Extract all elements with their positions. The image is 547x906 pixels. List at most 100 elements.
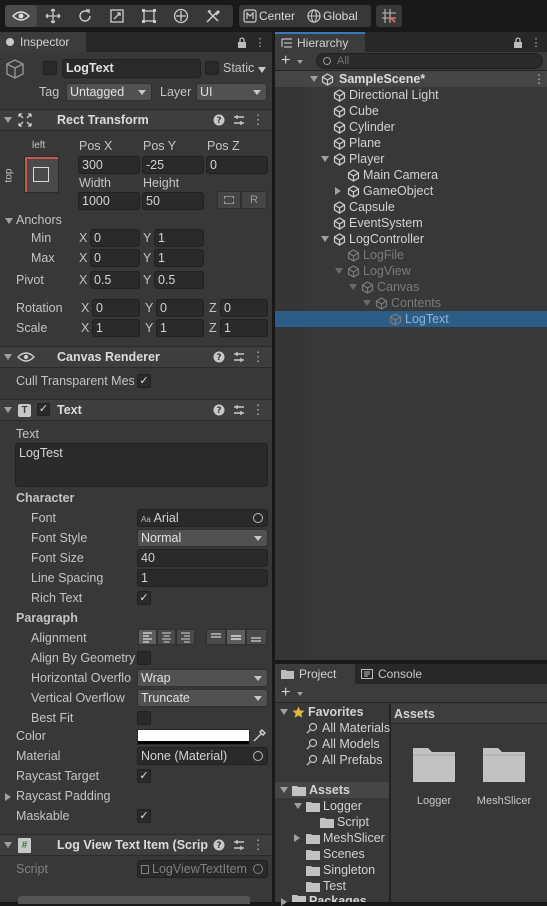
create-dropdown-arrow[interactable] xyxy=(297,60,303,64)
posz-field[interactable]: 0 xyxy=(206,156,268,174)
layer-dropdown[interactable]: UI xyxy=(196,83,267,101)
tab-inspector[interactable]: Inspector xyxy=(0,32,86,52)
hierarchy-item[interactable]: LogController xyxy=(333,231,424,247)
asset-folder-icon[interactable] xyxy=(482,745,526,783)
align-middle-button[interactable] xyxy=(226,629,246,645)
hierarchy-foldout-arrow[interactable] xyxy=(349,284,357,290)
hierarchy-foldout-arrow[interactable] xyxy=(321,236,329,242)
rot-x-field[interactable]: 0 xyxy=(92,299,140,317)
tab-project[interactable]: Project xyxy=(275,664,355,684)
posy-field[interactable]: -25 xyxy=(142,156,204,174)
object-picker-icon[interactable] xyxy=(253,751,263,761)
align-center-button[interactable] xyxy=(157,629,176,645)
project-folder-item[interactable]: Test xyxy=(306,878,346,894)
project-folder-item[interactable]: Singleton xyxy=(306,862,375,878)
hierarchy-foldout-arrow[interactable] xyxy=(335,268,343,274)
align-geometry-checkbox[interactable] xyxy=(137,651,151,665)
help-icon[interactable]: ? xyxy=(212,402,226,418)
eyedropper-icon[interactable] xyxy=(252,729,266,743)
anchors-foldout-arrow[interactable] xyxy=(5,218,13,224)
v-overflow-dropdown[interactable]: Truncate xyxy=(137,689,268,707)
align-top-button[interactable] xyxy=(206,629,226,645)
min-x-field[interactable]: 0 xyxy=(90,229,140,247)
rect-tool-icon[interactable] xyxy=(135,5,163,27)
grid-snap-icon[interactable] xyxy=(376,5,402,27)
font-size-field[interactable]: 40 xyxy=(137,549,268,567)
raycast-padding-foldout-arrow[interactable] xyxy=(5,793,11,801)
help-icon[interactable]: ? xyxy=(212,837,226,853)
hierarchy-item[interactable]: Capsule xyxy=(333,199,395,215)
align-right-button[interactable] xyxy=(176,629,195,645)
font-style-dropdown[interactable]: Normal xyxy=(137,529,268,547)
presets-icon[interactable] xyxy=(232,402,246,418)
scale-y-field[interactable]: 1 xyxy=(156,319,204,337)
project-folder-item[interactable]: Scenes xyxy=(306,846,365,862)
max-x-field[interactable]: 0 xyxy=(90,249,140,267)
scene-menu-icon[interactable]: ⋮ xyxy=(533,71,545,87)
hierarchy-item[interactable]: Canvas xyxy=(361,279,419,295)
object-name-field[interactable]: LogText xyxy=(62,59,201,78)
font-field[interactable]: Aa Arial xyxy=(137,509,268,527)
hierarchy-item[interactable]: Plane xyxy=(333,135,381,151)
posx-field[interactable]: 300 xyxy=(78,156,140,174)
color-swatch[interactable] xyxy=(137,729,250,745)
custom-tools-icon[interactable] xyxy=(199,5,227,27)
help-icon[interactable]: ? xyxy=(212,349,226,365)
text-enabled-checkbox[interactable]: ✓ xyxy=(37,403,50,416)
scene-foldout-arrow[interactable] xyxy=(310,76,318,82)
hierarchy-item[interactable]: LogView xyxy=(347,263,411,279)
pivot-global-toggle[interactable]: Global xyxy=(305,5,369,27)
raw-edit-button[interactable]: R xyxy=(241,191,267,209)
pivot-y-field[interactable]: 0.5 xyxy=(154,271,204,289)
tree-foldout-arrow[interactable] xyxy=(281,898,287,906)
hierarchy-item[interactable]: Cylinder xyxy=(333,119,395,135)
best-fit-checkbox[interactable] xyxy=(137,711,151,725)
foldout-arrow[interactable] xyxy=(4,407,12,413)
create-plus-icon[interactable]: + xyxy=(281,52,290,70)
favorite-search-item[interactable]: All Materials xyxy=(306,720,390,736)
foldout-arrow[interactable] xyxy=(4,117,12,123)
tab-console[interactable]: Console xyxy=(355,664,445,684)
raycast-target-checkbox[interactable]: ✓ xyxy=(137,769,151,783)
active-checkbox[interactable] xyxy=(43,61,57,75)
favorites-item[interactable]: Favorites xyxy=(292,704,364,720)
component-menu-icon[interactable]: ⋮ xyxy=(252,112,265,128)
lock-icon[interactable] xyxy=(236,34,248,50)
more-options-icon[interactable]: ⋮ xyxy=(254,34,266,50)
rect-transform-header[interactable]: Rect Transform ? ⋮ xyxy=(0,109,272,131)
presets-icon[interactable] xyxy=(232,349,246,365)
rot-y-field[interactable]: 0 xyxy=(156,299,204,317)
transform-tool-icon[interactable] xyxy=(167,5,195,27)
max-y-field[interactable]: 1 xyxy=(154,249,204,267)
cull-transparent-checkbox[interactable]: ✓ xyxy=(137,374,151,388)
anchor-presets-button[interactable] xyxy=(24,156,59,193)
hierarchy-foldout-arrow[interactable] xyxy=(335,187,341,195)
view-tool-eye-icon[interactable] xyxy=(5,5,37,27)
tree-foldout-arrow[interactable] xyxy=(280,709,288,715)
width-field[interactable]: 1000 xyxy=(78,192,140,210)
pivot-center-toggle[interactable]: Center xyxy=(241,5,303,27)
foldout-arrow[interactable] xyxy=(4,842,12,848)
scale-x-field[interactable]: 1 xyxy=(92,319,140,337)
hierarchy-item[interactable]: LogText xyxy=(389,311,449,327)
canvas-renderer-header[interactable]: Canvas Renderer ? ⋮ xyxy=(0,346,272,368)
component-menu-icon[interactable]: ⋮ xyxy=(252,837,265,853)
tag-dropdown[interactable]: Untagged xyxy=(66,83,152,101)
component-menu-icon[interactable]: ⋮ xyxy=(252,402,265,418)
hierarchy-item[interactable]: Cube xyxy=(333,103,379,119)
component-menu-icon[interactable]: ⋮ xyxy=(252,349,265,365)
hierarchy-item[interactable]: GameObject xyxy=(347,183,433,199)
hierarchy-item[interactable]: LogFile xyxy=(347,247,404,263)
scale-tool-icon[interactable] xyxy=(103,5,131,27)
align-left-button[interactable] xyxy=(138,629,157,645)
h-overflow-dropdown[interactable]: Wrap xyxy=(137,669,268,687)
hierarchy-item[interactable]: Player xyxy=(333,151,384,167)
project-folder-item[interactable]: Logger xyxy=(306,798,362,814)
more-options-icon[interactable]: ⋮ xyxy=(530,34,542,50)
assets-root-item[interactable]: Assets xyxy=(292,782,350,798)
maskable-checkbox[interactable]: ✓ xyxy=(137,809,151,823)
text-component-header[interactable]: T ✓ Text ? ⋮ xyxy=(0,399,272,421)
move-tool-icon[interactable] xyxy=(39,5,67,27)
help-icon[interactable]: ? xyxy=(212,112,226,128)
script-component-header[interactable]: # Log View Text Item (Scrip ? ⋮ xyxy=(0,834,272,856)
